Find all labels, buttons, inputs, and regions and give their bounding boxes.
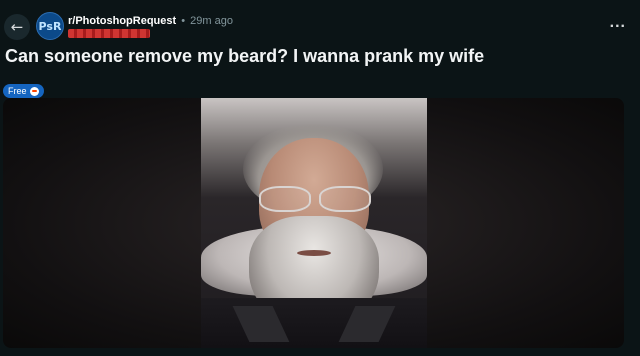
subreddit-link[interactable]: r/PhotoshopRequest [68, 15, 176, 27]
redacted-username[interactable] [68, 29, 150, 38]
reddit-snoo-icon [29, 86, 39, 96]
post-age: 29m ago [190, 15, 233, 27]
right-lens [319, 186, 371, 212]
post-title[interactable]: Can someone remove my beard? I wanna pra… [5, 46, 484, 67]
post-photo[interactable] [201, 98, 427, 348]
mouth [297, 250, 331, 256]
subreddit-avatar[interactable]: PsR [36, 12, 64, 40]
post-media[interactable] [3, 98, 624, 348]
back-button[interactable]: ← [4, 14, 30, 40]
ellipsis-icon: ... [609, 14, 626, 31]
flair-badge[interactable]: Free [3, 84, 44, 98]
meta-separator: • [181, 15, 186, 27]
post-meta: r/PhotoshopRequest • 29m ago [68, 15, 233, 27]
left-lens [259, 186, 311, 212]
arrow-left-icon: ← [10, 18, 24, 36]
glasses [259, 186, 371, 212]
flair-label: Free [8, 86, 27, 96]
more-options-button[interactable]: ... [610, 14, 626, 32]
subreddit-icon-text: PsR [38, 19, 62, 33]
